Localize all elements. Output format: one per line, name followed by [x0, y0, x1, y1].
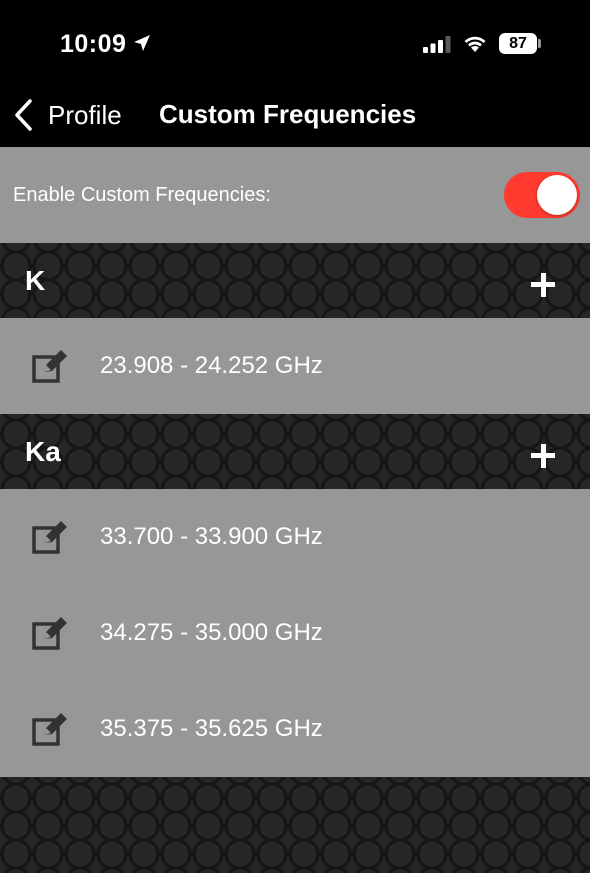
- section-header-ka: Ka: [0, 414, 590, 489]
- frequency-row[interactable]: 34.275 - 35.000 GHz: [0, 585, 590, 681]
- frequency-range-label: 35.375 - 35.625 GHz: [100, 715, 323, 742]
- chevron-left-icon: [15, 99, 32, 131]
- frequency-range-label: 34.275 - 35.000 GHz: [100, 619, 323, 646]
- section-header-k: K: [0, 243, 590, 318]
- frequency-range-label: 33.700 - 33.900 GHz: [100, 523, 323, 550]
- back-button[interactable]: Profile: [12, 98, 122, 132]
- add-k-frequency-button[interactable]: [531, 273, 555, 297]
- cellular-signal-icon: [423, 36, 451, 53]
- frequency-row[interactable]: 35.375 - 35.625 GHz: [0, 681, 590, 777]
- edit-icon[interactable]: [31, 519, 69, 557]
- section-title: Ka: [25, 436, 61, 467]
- edit-icon[interactable]: [31, 348, 69, 386]
- battery-cap: [538, 39, 541, 48]
- battery-indicator: 87: [499, 33, 537, 54]
- edit-icon[interactable]: [31, 615, 69, 653]
- section-title: K: [25, 265, 46, 296]
- back-button-label: Profile: [48, 99, 122, 130]
- wifi-icon: [464, 36, 486, 52]
- location-arrow-icon: [134, 35, 150, 51]
- toggle-knob: [537, 175, 577, 215]
- enable-custom-frequencies-row: Enable Custom Frequencies:: [0, 147, 590, 243]
- status-time: 10:09: [60, 30, 127, 58]
- edit-icon[interactable]: [31, 711, 69, 749]
- enable-custom-frequencies-label: Enable Custom Frequencies:: [13, 184, 271, 206]
- frequency-range-label: 23.908 - 24.252 GHz: [100, 352, 323, 379]
- frequency-row[interactable]: 23.908 - 24.252 GHz: [0, 318, 590, 414]
- add-ka-frequency-button[interactable]: [531, 444, 555, 468]
- enable-custom-frequencies-toggle[interactable]: [504, 172, 580, 218]
- battery-level: 87: [509, 34, 527, 52]
- frequency-row[interactable]: 33.700 - 33.900 GHz: [0, 489, 590, 585]
- status-bar: 10:09 87: [0, 0, 590, 88]
- page-title: Custom Frequencies: [159, 99, 417, 129]
- navigation-bar: Profile Custom Frequencies: [0, 88, 590, 147]
